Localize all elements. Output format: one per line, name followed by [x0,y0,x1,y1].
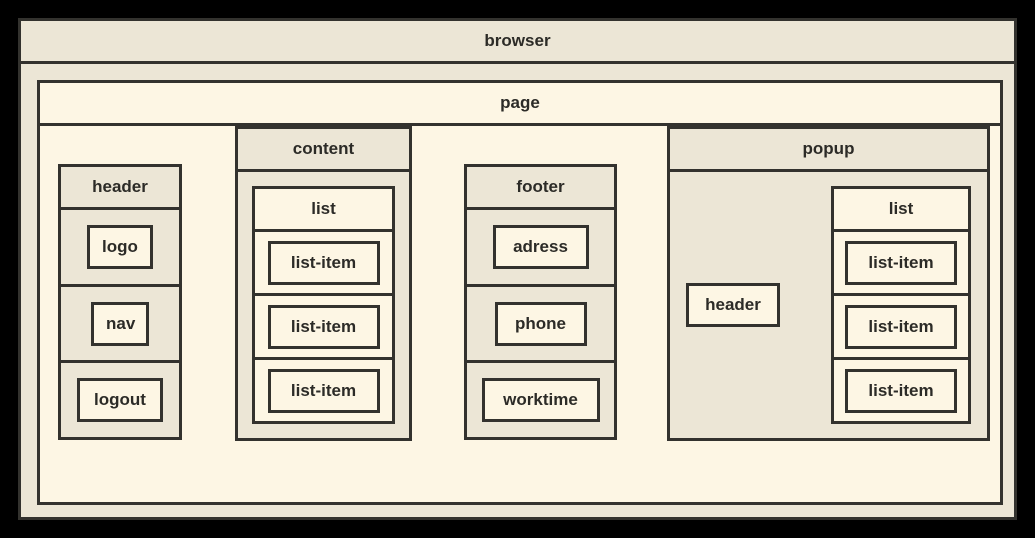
content-title: content [238,129,409,172]
list-title: list [255,189,392,232]
popup-list-item-box[interactable]: list-item [845,240,957,285]
popup-container[interactable]: popup header list list-item list-item li… [667,126,990,441]
list-item-box[interactable]: list-item [267,240,380,285]
page-title: page [40,83,1000,126]
footer-container[interactable]: footer adress phone worktime [464,164,617,440]
list-item-box[interactable]: list-item [267,368,380,413]
browser-container[interactable]: browser page header logo nav logout cont… [18,18,1017,520]
content-body: list list-item list-item list-item [238,172,409,438]
list-row: list-item [255,296,392,360]
list-row: list-item [255,360,392,421]
popup-title: popup [670,129,987,172]
header-container[interactable]: header logo nav logout [58,164,182,440]
popup-header-box[interactable]: header [686,283,780,327]
popup-list-container[interactable]: list list-item list-item list-item [831,186,971,424]
logo-box[interactable]: logo [87,224,153,269]
list-container[interactable]: list list-item list-item list-item [252,186,395,424]
header-body: logo nav logout [61,210,179,437]
header-row: nav [61,287,179,364]
footer-row: worktime [467,363,614,437]
header-row: logout [61,363,179,437]
list-item-box[interactable]: list-item [267,304,380,349]
browser-title: browser [21,21,1014,64]
page-body: header logo nav logout content list list… [40,126,1000,502]
list-row: list-item [255,232,392,296]
header-row: logo [61,210,179,287]
diagram-canvas: browser page header logo nav logout cont… [0,0,1035,538]
popup-list-row: list-item [834,360,968,421]
popup-list-item-box[interactable]: list-item [845,304,957,349]
page-content-area: header logo nav logout content list list… [40,126,1000,502]
page-container[interactable]: page header logo nav logout content list… [37,80,1003,505]
header-title: header [61,167,179,210]
phone-box[interactable]: phone [494,301,587,346]
browser-body: page header logo nav logout content list… [21,64,1014,517]
popup-body: header list list-item list-item list-ite… [670,172,987,438]
content-container[interactable]: content list list-item list-item list-it… [235,126,412,441]
logout-box[interactable]: logout [77,378,163,423]
worktime-box[interactable]: worktime [481,378,600,423]
popup-list-title: list [834,189,968,232]
popup-list-item-box[interactable]: list-item [845,368,957,413]
popup-content-area: header list list-item list-item list-ite… [670,172,987,438]
footer-title: footer [467,167,614,210]
popup-list-row: list-item [834,232,968,296]
footer-row: adress [467,210,614,287]
nav-box[interactable]: nav [91,301,149,346]
popup-list-body: list-item list-item list-item [834,232,968,421]
list-body: list-item list-item list-item [255,232,392,421]
footer-row: phone [467,287,614,364]
adress-box[interactable]: adress [492,224,589,269]
footer-body: adress phone worktime [467,210,614,437]
popup-list-row: list-item [834,296,968,360]
